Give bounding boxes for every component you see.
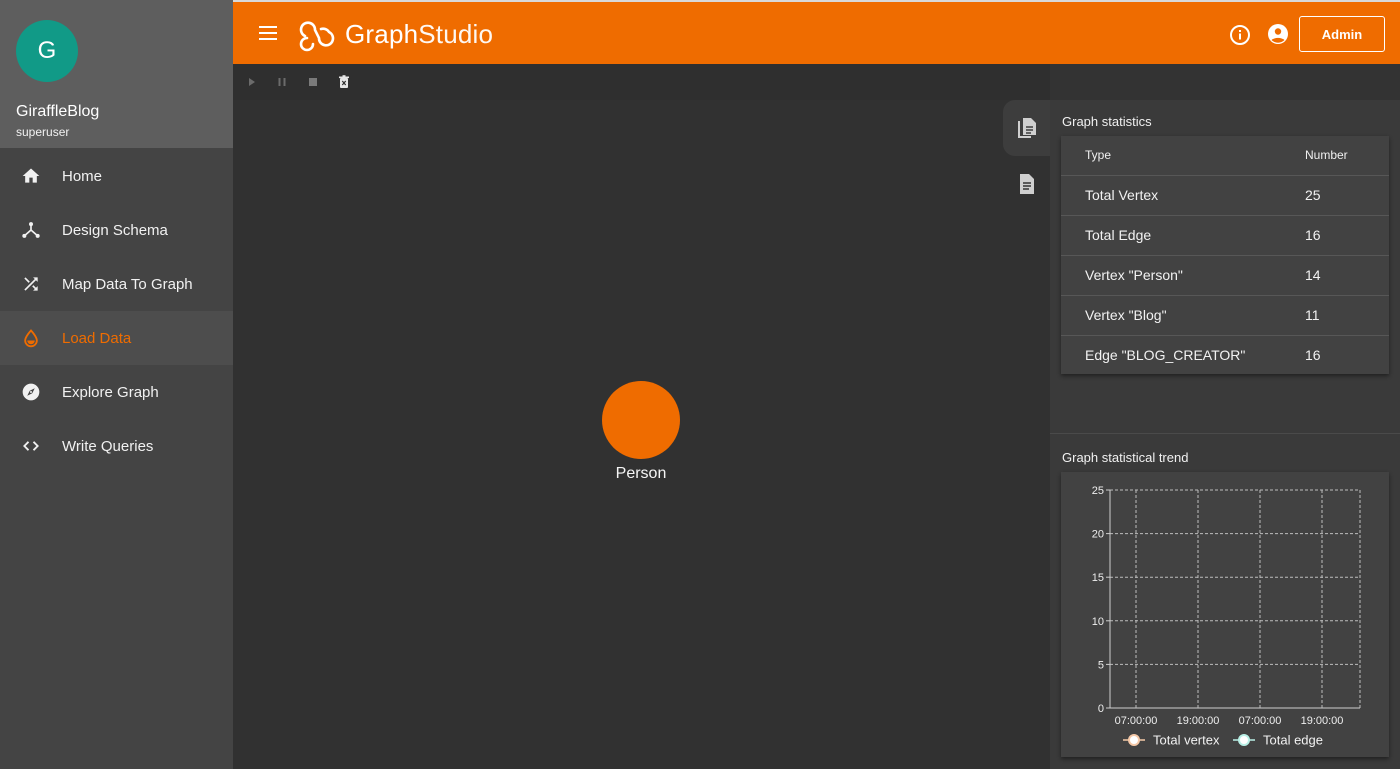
row-number: 14 (1281, 255, 1389, 296)
legend-marker (1238, 734, 1250, 746)
table-row: Edge "BLOG_CREATOR" 16 (1061, 335, 1389, 375)
table-row: Vertex "Person" 14 (1061, 255, 1389, 296)
row-type: Vertex "Blog" (1061, 295, 1281, 336)
sidebar-item-label: Map Data To Graph (62, 275, 193, 293)
table-row: Vertex "Blog" 11 (1061, 295, 1389, 336)
statistics-panel: Graph statistics Type Number Total Verte… (1050, 100, 1400, 769)
legend-marker (1128, 734, 1140, 746)
row-type: Total Edge (1061, 215, 1281, 256)
sidebar-item-load-data[interactable]: Load Data (0, 311, 233, 365)
schema-icon (20, 219, 42, 241)
graph-canvas[interactable]: Person (233, 100, 1050, 769)
graphstudio-logo[interactable]: GraphStudio (295, 14, 493, 54)
play-icon[interactable] (244, 74, 260, 90)
stop-icon[interactable] (305, 74, 321, 90)
admin-button[interactable]: Admin (1299, 16, 1385, 52)
document-icon (1019, 174, 1034, 194)
row-number: 16 (1305, 347, 1321, 364)
graph-name: GiraffleBlog (16, 103, 100, 120)
sidebar-item-label: Write Queries (62, 437, 154, 455)
table-row: Total Edge 16 (1061, 215, 1389, 256)
trend-chart: 0 5 10 15 20 25 07:00:00 19:00:00 07:00:00 19:00:… (1092, 485, 1361, 748)
water-drop-icon (20, 327, 42, 349)
y-tick-label: 0 (1098, 703, 1104, 715)
sidebar: G GiraffleBlog superuser Home Design Sch… (0, 0, 233, 769)
graph-toolbar (233, 64, 1050, 100)
pause-icon[interactable] (274, 74, 290, 90)
sidebar-item-label: Load Data (62, 329, 132, 347)
logo-text-studio: Studio (418, 18, 494, 49)
statistics-table: Type Number Total Vertex 25 Total Edge 1… (1061, 136, 1389, 375)
x-tick-label: 19:00:00 (1301, 715, 1344, 727)
graph-trend-title: Graph statistical trend (1062, 450, 1189, 465)
x-tick-label: 19:00:00 (1177, 715, 1220, 727)
row-type: Edge "BLOG_CREATOR" (1085, 347, 1246, 364)
y-tick-label: 10 (1092, 616, 1104, 628)
logo-mark-icon (299, 21, 335, 52)
app-header: GraphStudio Admin (233, 0, 1400, 64)
copy-document-icon (1017, 118, 1036, 138)
graph-statistics-title: Graph statistics (1062, 114, 1152, 129)
user-role: superuser (16, 125, 70, 139)
y-tick-label: 25 (1092, 485, 1104, 497)
vertex-node-label: Person (615, 465, 667, 482)
tab-log[interactable] (1003, 156, 1050, 212)
column-header-type: Type (1061, 136, 1281, 176)
avatar[interactable]: G (16, 20, 78, 82)
info-icon[interactable] (1229, 24, 1251, 46)
row-type: Total Vertex (1061, 175, 1281, 216)
shuffle-icon (20, 273, 42, 295)
vertex-node[interactable] (602, 381, 680, 459)
tab-statistics[interactable] (1003, 100, 1050, 156)
legend-label: Total vertex (1153, 733, 1220, 748)
logo-text-graph: Graph (345, 18, 419, 49)
table-row: Total Vertex 25 (1061, 175, 1389, 216)
table-header-row: Type Number (1061, 136, 1389, 176)
compass-icon (20, 381, 42, 403)
trend-chart-card: 0 5 10 15 20 25 07:00:00 19:00:00 07:00:00 19:00:… (1061, 472, 1389, 757)
column-header-number: Number (1281, 136, 1389, 176)
y-tick-label: 5 (1098, 659, 1104, 671)
account-icon[interactable] (1267, 23, 1289, 45)
y-tick-label: 15 (1092, 572, 1104, 584)
delete-icon[interactable] (336, 74, 352, 90)
y-tick-label: 20 (1092, 529, 1104, 541)
row-type: Vertex "Person" (1061, 255, 1281, 296)
sidebar-item-write-queries[interactable]: Write Queries (0, 419, 233, 473)
x-tick-label: 07:00:00 (1115, 715, 1158, 727)
x-tick-label: 07:00:00 (1239, 715, 1282, 727)
legend-label: Total edge (1263, 733, 1323, 748)
sidebar-item-label: Home (62, 167, 103, 185)
sidebar-item-label: Design Schema (62, 221, 168, 239)
sidebar-item-explore-graph[interactable]: Explore Graph (0, 365, 233, 419)
home-icon (20, 165, 42, 187)
row-number: 11 (1281, 295, 1389, 336)
row-number: 25 (1281, 175, 1389, 216)
sidebar-item-home[interactable]: Home (0, 149, 233, 203)
sidebar-item-design-schema[interactable]: Design Schema (0, 203, 233, 257)
code-icon (20, 435, 42, 457)
menu-icon[interactable] (257, 24, 279, 42)
panel-tabs (1003, 100, 1050, 212)
sidebar-item-map-data[interactable]: Map Data To Graph (0, 257, 233, 311)
panel-divider (1050, 433, 1400, 434)
statistics-card: Type Number Total Vertex 25 Total Edge 1… (1061, 136, 1389, 374)
row-number: 16 (1281, 215, 1389, 256)
logo-text: GraphStudio (345, 19, 493, 50)
sidebar-nav: Home Design Schema Map Data To Graph Loa… (0, 148, 233, 473)
user-profile: G GiraffleBlog superuser (0, 0, 233, 148)
sidebar-item-label: Explore Graph (62, 383, 159, 401)
